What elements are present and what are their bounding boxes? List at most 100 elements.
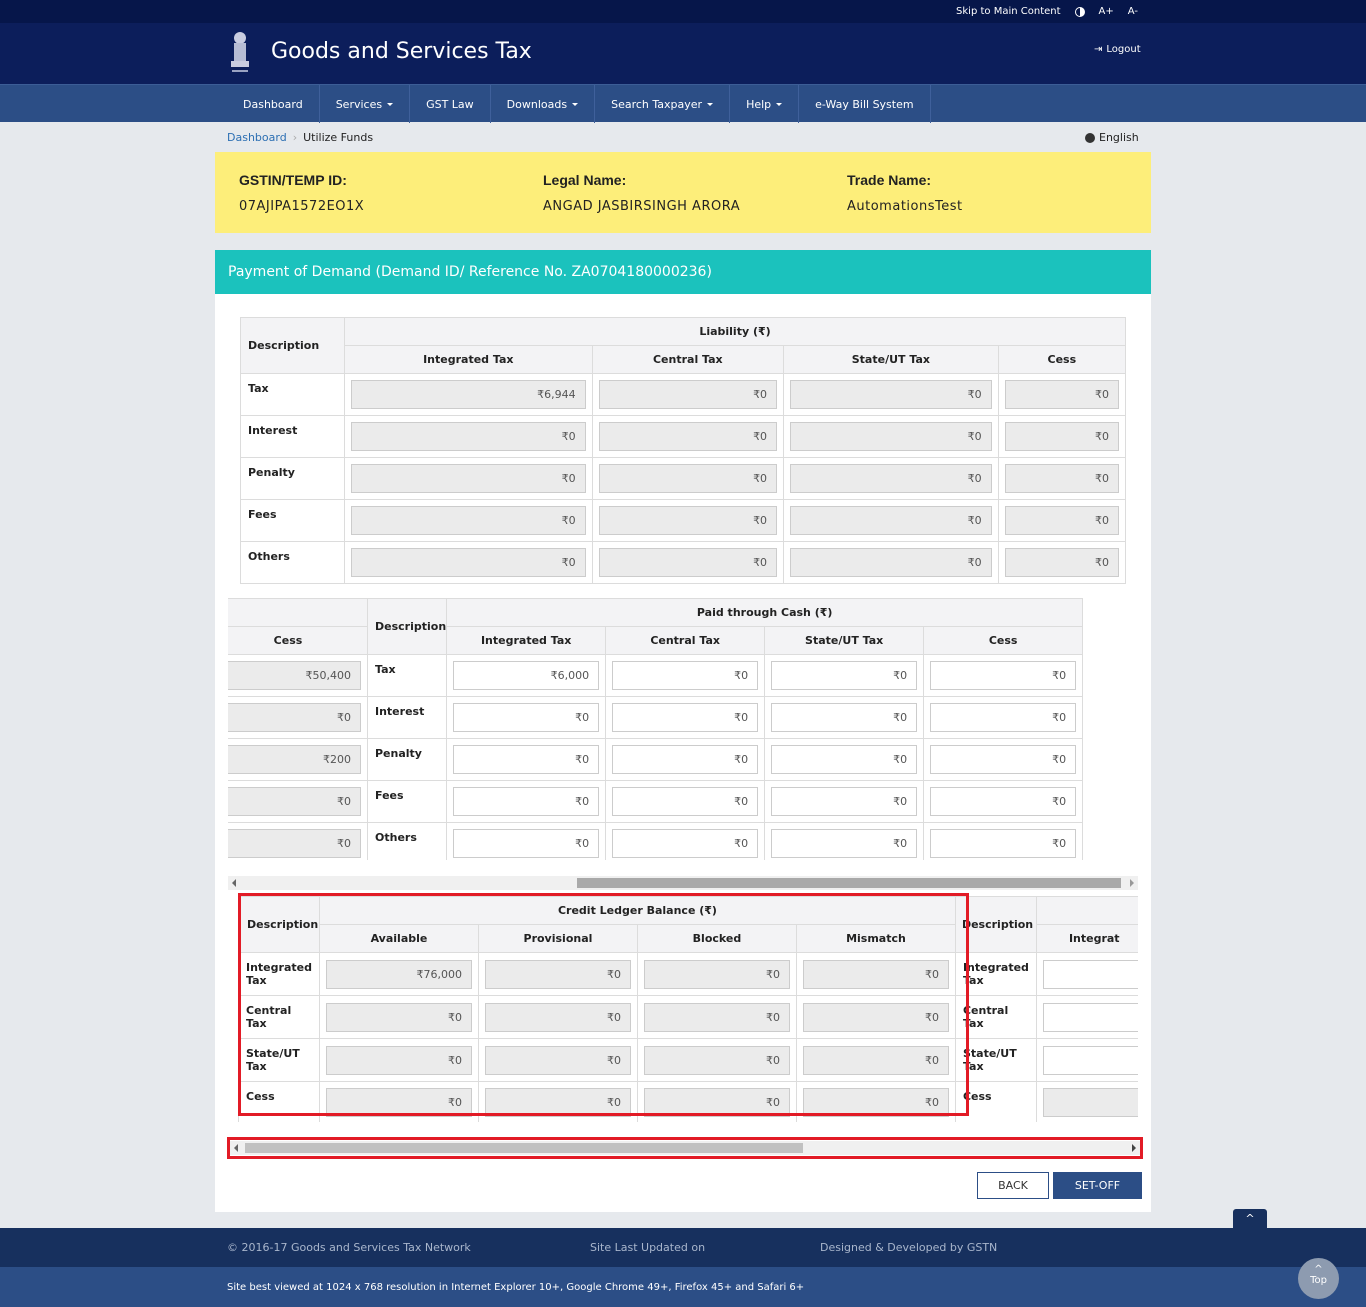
scroll-up-tab[interactable]: ^ [1233,1209,1267,1228]
amount-field[interactable]: ₹0 [930,787,1077,816]
amount-field: ₹200 [228,745,361,774]
logout-icon: ⇥ [1094,44,1103,55]
amount-field: ₹0 [351,548,586,577]
amount-field[interactable] [1042,1002,1138,1032]
amount-field: ₹0 [351,464,586,493]
nav-item-e-way-bill-system[interactable]: e-Way Bill System [799,85,931,123]
top-label: Top [1310,1275,1327,1286]
column-header: State/UT Tax [764,626,925,655]
amount-field[interactable]: ₹0 [453,787,600,816]
amount-field[interactable]: ₹0 [930,745,1077,774]
nav-item-downloads[interactable]: Downloads [491,85,596,123]
font-decrease-button[interactable]: A- [1128,6,1138,17]
row-label: Interest [366,696,448,739]
skip-to-main-link[interactable]: Skip to Main Content [956,6,1060,17]
amount-field[interactable]: ₹0 [612,829,759,858]
table-row: Penalty ₹0 ₹0 ₹0 ₹0 [240,457,1127,500]
back-to-top-button[interactable]: ^ Top [1298,1258,1339,1299]
logout-button[interactable]: ⇥ Logout [1094,44,1141,55]
row-label: Fees [240,499,345,542]
amount-field: ₹0 [790,422,992,451]
amount-field[interactable]: ₹0 [771,787,918,816]
setoff-button[interactable]: SET-OFF [1053,1172,1142,1199]
nav-label: e-Way Bill System [815,97,914,111]
amount-field[interactable]: ₹0 [612,745,759,774]
amount-field: ₹0 [228,787,361,816]
payment-panel: Payment of Demand (Demand ID/ Reference … [215,250,1151,1212]
site-title: Goods and Services Tax [271,39,532,64]
language-selector[interactable]: English [1085,131,1139,144]
row-label: Penalty [240,457,345,500]
gstin-value: 07AJIPA1572EO1X [239,199,365,214]
nav-label: GST Law [426,97,474,111]
nav-item-services[interactable]: Services [320,85,411,123]
amount-field[interactable]: ₹0 [771,829,918,858]
nav-item-help[interactable]: Help [730,85,800,123]
amount-field: ₹0 [351,506,586,535]
amount-field[interactable] [1042,1045,1138,1075]
amount-field: ₹0 [351,422,586,451]
contrast-icon[interactable] [1074,6,1085,17]
footer-updated: Site Last Updated on [590,1241,706,1254]
credit-ledger-highlight [238,893,969,1116]
column-header: Integrated Tax [344,345,593,374]
legal-name-label: Legal Name: [543,172,627,188]
column-header: Central Tax [591,345,785,374]
back-button[interactable]: BACK [977,1172,1049,1199]
amount-field[interactable]: ₹0 [612,787,759,816]
amount-field: ₹50,400 [228,661,361,690]
scrollbar-thumb[interactable] [577,878,1121,888]
table-row: 0₹0Interest₹0₹0₹0₹0 [228,696,1084,739]
cash-horizontal-scrollbar[interactable] [228,876,1138,890]
row-label: Tax [240,373,345,416]
amount-field[interactable]: ₹0 [453,829,600,858]
table-row: Others ₹0 ₹0 ₹0 ₹0 [240,541,1127,584]
table-row: 0₹200Penalty₹0₹0₹0₹0 [228,738,1084,781]
scroll-right-arrow-icon[interactable] [1130,879,1134,887]
amount-field[interactable]: ₹0 [453,745,600,774]
chevron-up-icon: ^ [1314,1264,1323,1275]
amount-field[interactable] [1042,959,1138,989]
row-label: Others [240,541,345,584]
amount-field[interactable]: ₹0 [771,661,918,690]
scrollbar-highlight [227,1137,1143,1159]
breadcrumb-dashboard[interactable]: Dashboard [227,131,287,144]
amount-field[interactable]: ₹0 [453,703,600,732]
trade-name-value: AutomationsTest [847,199,963,214]
amount-field: ₹0 [1004,506,1119,535]
amount-field[interactable]: ₹0 [771,703,918,732]
breadcrumb: Dashboard › Utilize Funds [227,131,373,144]
amount-field[interactable]: ₹0 [612,703,759,732]
amount-field: ₹0 [1004,548,1119,577]
row-label: Penalty [366,738,448,781]
font-increase-button[interactable]: A+ [1099,6,1114,17]
breadcrumb-current: Utilize Funds [303,131,374,144]
prev-cess-header: Cess [228,626,368,655]
amount-field[interactable]: ₹0 [771,745,918,774]
nav-item-gst-law[interactable]: GST Law [410,85,491,123]
table-row: 5₹0Fees₹0₹0₹0₹0 [228,780,1084,823]
column-header: Integrated Tax [446,626,607,655]
next-column-header: Integrat [1035,924,1138,953]
table-row: Tax ₹6,944 ₹0 ₹0 ₹0 [240,373,1127,416]
amount-field: ₹0 [790,464,992,493]
emblem-logo-icon [231,32,249,72]
globe-icon [1085,132,1095,143]
cash-table: Description Paid through Cash (₹) Cess I… [228,598,1084,860]
cash-group-header: Paid through Cash (₹) [446,598,1084,627]
table-row: Fees ₹0 ₹0 ₹0 ₹0 [240,499,1127,542]
taxpayer-info: GSTIN/TEMP ID: 07AJIPA1572EO1X Legal Nam… [215,152,1151,233]
nav-item-dashboard[interactable]: Dashboard [227,85,320,123]
amount-field[interactable]: ₹0 [930,703,1077,732]
trade-name-label: Trade Name: [847,172,932,188]
caret-down-icon [776,102,783,106]
amount-field[interactable]: ₹0 [930,661,1077,690]
nav-item-search-taxpayer[interactable]: Search Taxpayer [595,85,731,123]
scroll-left-arrow-icon[interactable] [232,879,236,887]
amount-field: ₹0 [598,464,778,493]
amount-field: ₹0 [790,506,992,535]
amount-field[interactable]: ₹0 [930,829,1077,858]
column-header: Cess [923,626,1084,655]
amount-field[interactable]: ₹0 [612,661,759,690]
amount-field[interactable]: ₹6,000 [453,661,600,690]
